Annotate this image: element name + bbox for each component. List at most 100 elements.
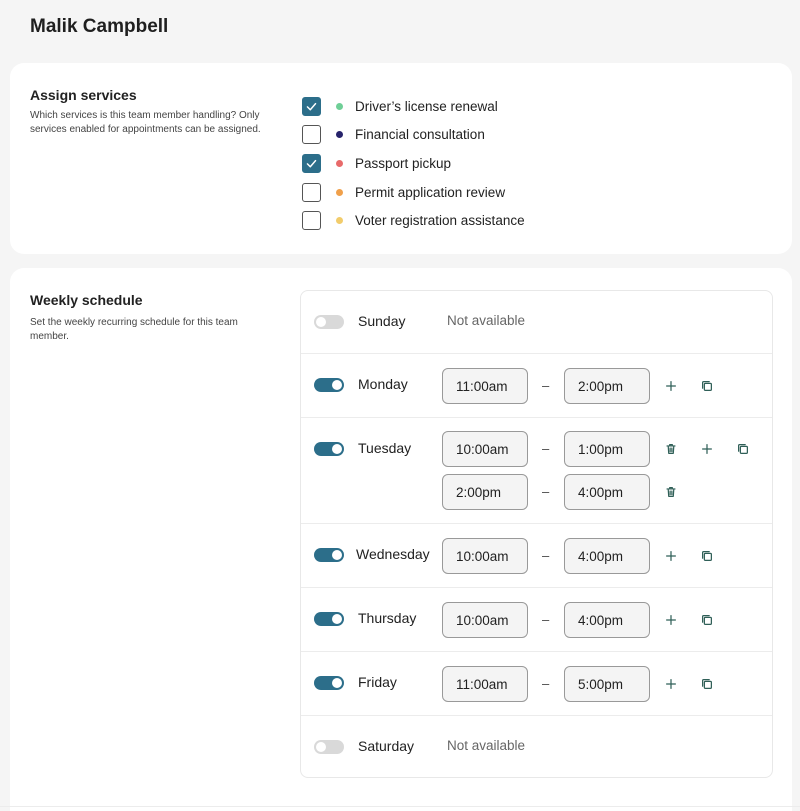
end-time-input[interactable]: 5:00pm: [564, 666, 650, 702]
schedule-table: Sunday Not available Monday 11:00am –2:00pm T…: [300, 290, 773, 778]
day-row-saturday: Saturday Not available: [301, 716, 772, 777]
assign-services-card: Assign services Which services is this t…: [10, 63, 792, 254]
day-toggle[interactable]: [314, 378, 344, 392]
toggle-knob: [332, 550, 342, 560]
trash-icon: [664, 485, 678, 499]
weekly-schedule-description: Set the weekly recurring schedule for th…: [30, 317, 238, 342]
checkbox-unchecked[interactable]: [302, 125, 321, 145]
add-range-button[interactable]: [699, 441, 715, 457]
day-toggle[interactable]: [314, 442, 344, 456]
day-toggle[interactable]: [314, 548, 344, 562]
add-range-button[interactable]: [663, 378, 679, 394]
day-label: Tuesday: [358, 440, 412, 456]
start-time-input[interactable]: 10:00am: [442, 602, 528, 638]
range-dash: –: [542, 378, 550, 393]
toggle-knob: [332, 380, 342, 390]
add-range-button[interactable]: [663, 612, 679, 628]
day-toggle[interactable]: [314, 740, 344, 754]
day-row-thursday: Thursday 10:00am –4:00pm: [301, 588, 772, 652]
day-row-friday: Friday 11:00am –5:00pm: [301, 652, 772, 716]
day-row-sunday: Sunday Not available: [301, 291, 772, 354]
not-available-label: Not available: [447, 313, 526, 328]
checkbox-checked[interactable]: [302, 96, 321, 116]
plus-icon: [664, 549, 678, 563]
range-dash: –: [542, 548, 550, 563]
copy-times-button[interactable]: [699, 612, 715, 628]
delete-range-button[interactable]: [663, 484, 679, 500]
service-label: Financial consultation: [355, 127, 485, 143]
copy-icon: [700, 613, 714, 627]
checkbox-unchecked[interactable]: [302, 182, 321, 202]
day-label: Sunday: [358, 313, 406, 329]
copy-icon: [700, 549, 714, 563]
range-dash: –: [542, 484, 550, 499]
toggle-knob: [316, 317, 326, 327]
service-row[interactable]: Passport pickup: [302, 149, 525, 178]
start-time-input[interactable]: 11:00am: [442, 368, 528, 404]
day-row-monday: Monday 11:00am –2:00pm: [301, 354, 772, 418]
checkbox-unchecked[interactable]: [302, 211, 321, 231]
plus-icon: [664, 613, 678, 627]
checkbox-checked[interactable]: [302, 153, 321, 173]
copy-times-button[interactable]: [699, 676, 715, 692]
page-title: Malik Campbell: [30, 16, 169, 37]
service-color-dot: [336, 159, 343, 167]
toggle-knob: [332, 678, 342, 688]
end-time-input[interactable]: 1:00pm: [564, 431, 650, 467]
day-label: Saturday: [358, 738, 415, 754]
plus-icon: [664, 379, 678, 393]
day-toggle[interactable]: [314, 315, 344, 329]
divider: [0, 806, 800, 807]
end-time-input[interactable]: 4:00pm: [564, 538, 650, 574]
service-row[interactable]: Voter registration assistance: [302, 206, 525, 235]
start-time-input[interactable]: 11:00am: [442, 666, 528, 702]
service-row[interactable]: Driver’s license renewal: [302, 92, 525, 121]
service-color-dot: [336, 217, 343, 225]
check-icon: [305, 100, 318, 113]
plus-icon: [700, 442, 714, 456]
service-color-dot: [336, 131, 343, 139]
end-time-input[interactable]: 4:00pm: [564, 474, 650, 510]
toggle-knob: [332, 444, 342, 454]
end-time-input[interactable]: 4:00pm: [564, 602, 650, 638]
service-row[interactable]: Financial consultation: [302, 121, 525, 150]
service-label: Permit application review: [355, 184, 506, 200]
services-list: Driver’s license renewal Financial consul…: [302, 92, 525, 235]
toggle-knob: [316, 742, 326, 752]
copy-times-button[interactable]: [699, 378, 715, 394]
day-toggle[interactable]: [314, 676, 344, 690]
day-label: Friday: [358, 674, 397, 690]
day-label: Monday: [358, 376, 408, 392]
copy-times-button[interactable]: [735, 441, 751, 457]
delete-range-button[interactable]: [663, 441, 679, 457]
copy-times-button[interactable]: [699, 548, 715, 564]
range-dash: –: [542, 612, 550, 627]
service-row[interactable]: Permit application review: [302, 178, 525, 207]
day-row-wednesday: Wednesday 10:00am –4:00pm: [301, 524, 772, 588]
service-label: Voter registration assistance: [355, 213, 525, 229]
service-color-dot: [336, 188, 343, 196]
day-label: Thursday: [358, 610, 417, 626]
range-dash: –: [542, 676, 550, 691]
copy-icon: [700, 677, 714, 691]
end-time-input[interactable]: 2:00pm: [564, 368, 650, 404]
copy-icon: [700, 379, 714, 393]
add-range-button[interactable]: [663, 548, 679, 564]
add-range-button[interactable]: [663, 676, 679, 692]
toggle-knob: [332, 614, 342, 624]
start-time-input[interactable]: 10:00am: [442, 431, 528, 467]
start-time-input[interactable]: 10:00am: [442, 538, 528, 574]
weekly-schedule-card: Weekly schedule Set the weekly recurring…: [10, 268, 792, 811]
trash-icon: [664, 442, 678, 456]
service-color-dot: [336, 102, 343, 110]
range-dash: –: [542, 441, 550, 456]
day-toggle[interactable]: [314, 612, 344, 626]
assign-services-description: Which services is this team member handl…: [30, 110, 261, 135]
start-time-input[interactable]: 2:00pm: [442, 474, 528, 510]
copy-icon: [736, 442, 750, 456]
weekly-schedule-title: Weekly schedule: [30, 292, 143, 308]
assign-services-title: Assign services: [30, 87, 137, 103]
check-icon: [305, 157, 318, 170]
day-label: Wednesday: [356, 546, 430, 562]
plus-icon: [664, 677, 678, 691]
